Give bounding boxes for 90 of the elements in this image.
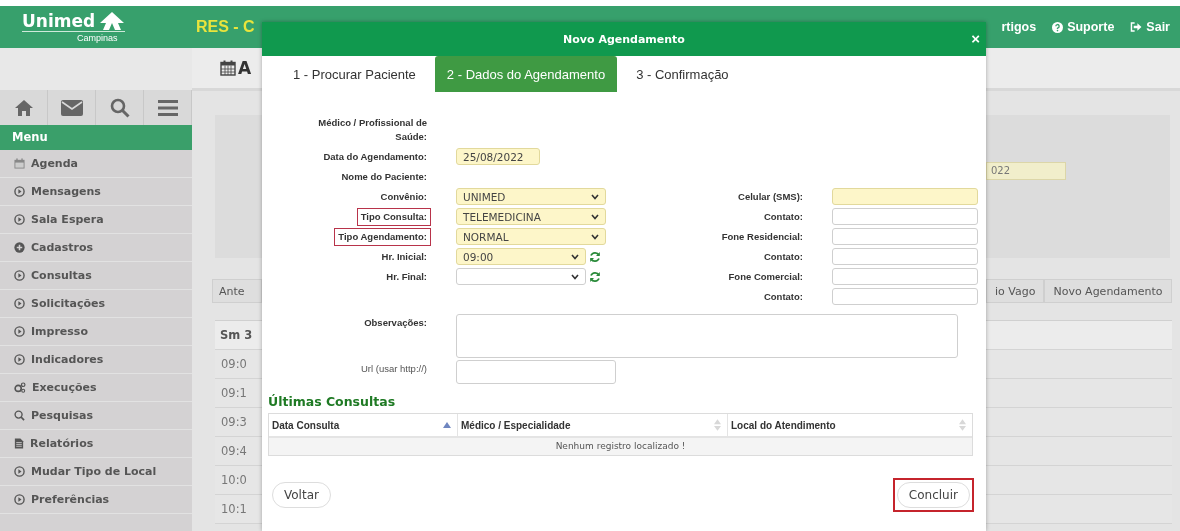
header-link[interactable]: rtigos: [1001, 20, 1037, 34]
logo-text: Unimed: [22, 10, 96, 31]
close-button[interactable]: ×: [969, 31, 982, 47]
refresh-icon[interactable]: [589, 270, 601, 283]
field-label: Hr. Final:: [385, 270, 428, 284]
play-circle-icon: [14, 270, 25, 281]
input-field[interactable]: [832, 188, 978, 205]
chevron-down-icon: [571, 253, 579, 260]
time-slot: 10:0: [215, 473, 247, 487]
field-label: Nome do Paciente:: [340, 170, 428, 184]
gears-icon: [14, 382, 26, 393]
step-tab[interactable]: 2 - Dados do Agendamento: [434, 56, 618, 92]
exit-icon: [1130, 22, 1143, 32]
system-title: RES - C: [196, 18, 255, 36]
empty-message: Nenhum registro localizado !: [269, 438, 972, 455]
step-tab[interactable]: 3 - Confirmação: [625, 56, 740, 92]
column-header[interactable]: Local do Atendimento: [728, 414, 972, 436]
field-label: Contato:: [762, 250, 804, 264]
date-field[interactable]: 25/08/2022: [456, 148, 540, 165]
field-label: Contato:: [762, 290, 804, 304]
dialog-button[interactable]: Voltar: [272, 482, 331, 508]
play-circle-icon: [14, 494, 25, 505]
dropdown[interactable]: UNIMED: [456, 188, 606, 205]
input-field[interactable]: [832, 288, 978, 305]
toolbar-button[interactable]: io Vago: [986, 279, 1045, 303]
notes-textarea[interactable]: [456, 314, 958, 358]
url-field[interactable]: [456, 360, 616, 384]
field-label: Convênio:: [379, 190, 428, 204]
play-circle-icon: [14, 298, 25, 309]
chevron-down-icon: [591, 233, 599, 240]
field-label: Celular (SMS):: [737, 190, 804, 204]
step-tab[interactable]: 1 - Procurar Paciente: [282, 56, 427, 92]
time-slot: 10:1: [215, 502, 247, 516]
date-field[interactable]: 022: [986, 162, 1066, 180]
field-label: Tipo Consulta:: [356, 208, 431, 226]
refresh-icon[interactable]: [589, 250, 601, 263]
chevron-down-icon: [591, 193, 599, 200]
field-label: Médico / Profissional de Saúde:: [317, 116, 428, 144]
play-circle-icon: [14, 466, 25, 477]
field-label: Url (usar http://): [360, 362, 428, 376]
field-label: Fone Comercial:: [727, 270, 804, 284]
tree-logo-icon: [99, 10, 126, 31]
input-field[interactable]: [832, 268, 978, 285]
sort-icon: [714, 419, 721, 431]
column-header: Sm 3: [219, 328, 253, 342]
sort-ascending-icon: [443, 422, 451, 428]
dropdown[interactable]: NORMAL: [456, 228, 606, 245]
previous-button[interactable]: Ante: [212, 279, 262, 303]
header-link[interactable]: Sair: [1130, 20, 1170, 34]
header-link[interactable]: Suporte: [1052, 20, 1115, 34]
sort-icon: [959, 419, 966, 431]
calendar-icon: [14, 158, 25, 169]
input-field[interactable]: [832, 208, 978, 225]
help-icon: [1052, 21, 1064, 33]
column-header[interactable]: Data Consulta: [269, 414, 458, 436]
page-title: A: [238, 58, 252, 78]
field-label: Tipo Agendamento:: [334, 228, 431, 246]
play-circle-icon: [14, 214, 25, 225]
time-slot: 09:3: [215, 415, 247, 429]
time-slot: 09:4: [215, 444, 247, 458]
sidebar-item[interactable]: Agenda: [0, 150, 192, 178]
document-icon: [14, 438, 24, 449]
sidebar-item[interactable]: Cadastros: [0, 234, 192, 262]
field-label: Fone Residencial:: [720, 230, 804, 244]
time-slot: 09:0: [215, 357, 247, 371]
dropdown[interactable]: 09:00: [456, 248, 586, 265]
dropdown[interactable]: TELEMEDICINA: [456, 208, 606, 225]
sidebar-item[interactable]: Relatórios: [0, 430, 192, 458]
play-circle-icon: [14, 186, 25, 197]
section-title: Últimas Consultas: [268, 394, 397, 409]
search-icon: [14, 410, 25, 421]
toolbar-button[interactable]: Novo Agendamento: [1044, 279, 1172, 303]
chevron-down-icon: [571, 273, 579, 280]
dialog-button[interactable]: Concluir: [896, 482, 970, 508]
play-circle-icon: [14, 354, 25, 365]
chevron-down-icon: [591, 213, 599, 220]
calendar-icon: [220, 60, 236, 76]
field-label: Observações:: [363, 316, 428, 330]
menu-header: Menu: [0, 125, 192, 150]
column-header[interactable]: Médico / Especialidade: [458, 414, 728, 436]
play-circle-icon: [14, 326, 25, 337]
time-slot: 09:1: [215, 386, 247, 400]
field-label: Contato:: [762, 210, 804, 224]
logo-subtitle: Campinas: [77, 31, 118, 44]
dialog-title: Novo Agendamento: [563, 32, 685, 46]
input-field[interactable]: [832, 248, 978, 265]
plus-circle-icon: [14, 242, 25, 253]
input-field[interactable]: [832, 228, 978, 245]
field-label: Data do Agendamento:: [322, 150, 428, 164]
field-label: Hr. Inicial:: [380, 250, 428, 264]
